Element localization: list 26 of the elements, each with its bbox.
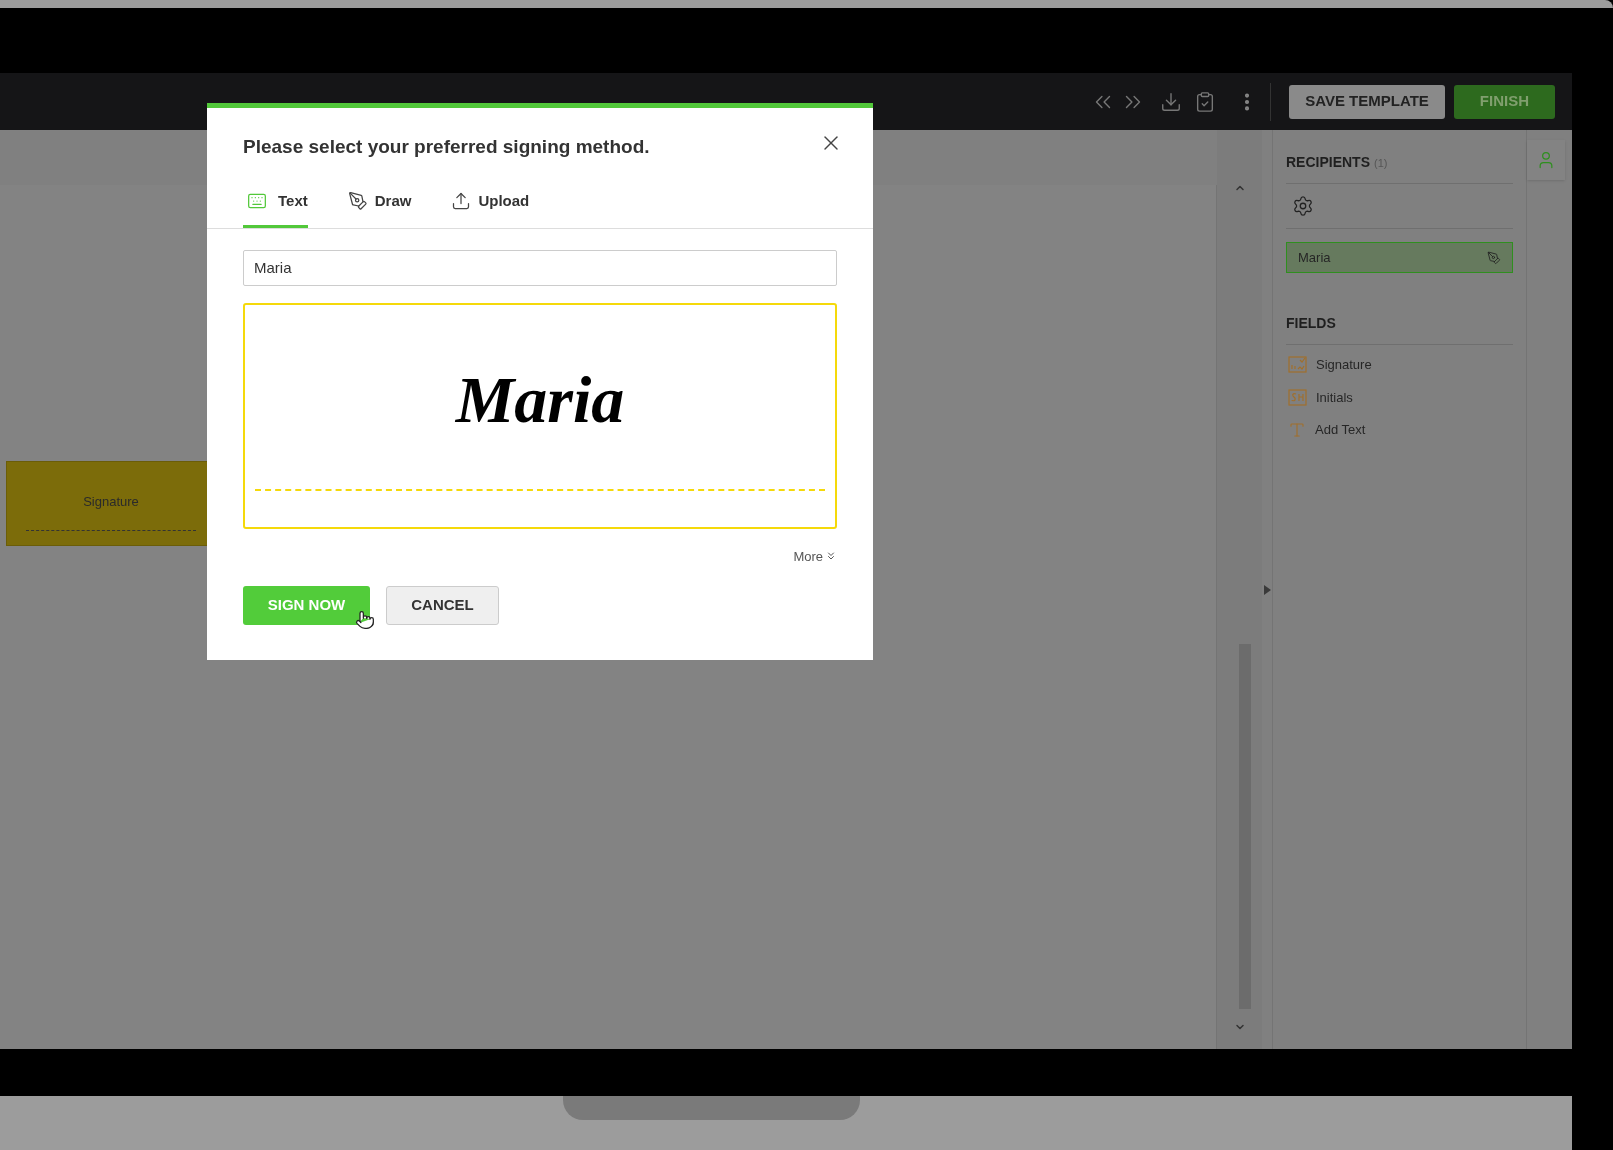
pen-icon[interactable] [1487,250,1501,265]
fields-heading: FIELDS [1286,313,1513,345]
initials-field-icon [1288,388,1307,406]
dialog-title: Please select your preferred signing method. [243,135,650,159]
more-link[interactable]: More [793,546,837,566]
pen-icon [347,191,368,211]
download-icon[interactable] [1160,90,1183,113]
method-tab[interactable]: Draw [347,183,412,228]
field-item[interactable]: Initials [1316,387,1353,407]
signature-field-icon [1288,356,1307,374]
recipient-item[interactable]: Maria [1286,242,1513,273]
signature-preview: Maria [455,366,625,433]
settings-icon[interactable] [1292,195,1314,217]
upload-icon [451,190,472,212]
recipients-heading: RECIPIENTS [1286,153,1370,172]
field-item[interactable]: Signature [1316,355,1372,375]
text-field-icon [1288,420,1306,439]
method-tab[interactable]: Upload [451,183,530,228]
save-template-button[interactable]: SAVE TEMPLATE [1289,84,1445,119]
hand-cursor-icon [355,608,375,632]
signature-field-label: Signature [83,493,139,511]
method-tab[interactable]: Text [243,183,308,228]
cancel-button[interactable]: CANCEL [386,586,499,625]
field-item[interactable]: Add Text [1315,420,1366,440]
recipient-name: Maria [1298,248,1331,267]
name-input-field[interactable]: Maria [243,249,837,286]
